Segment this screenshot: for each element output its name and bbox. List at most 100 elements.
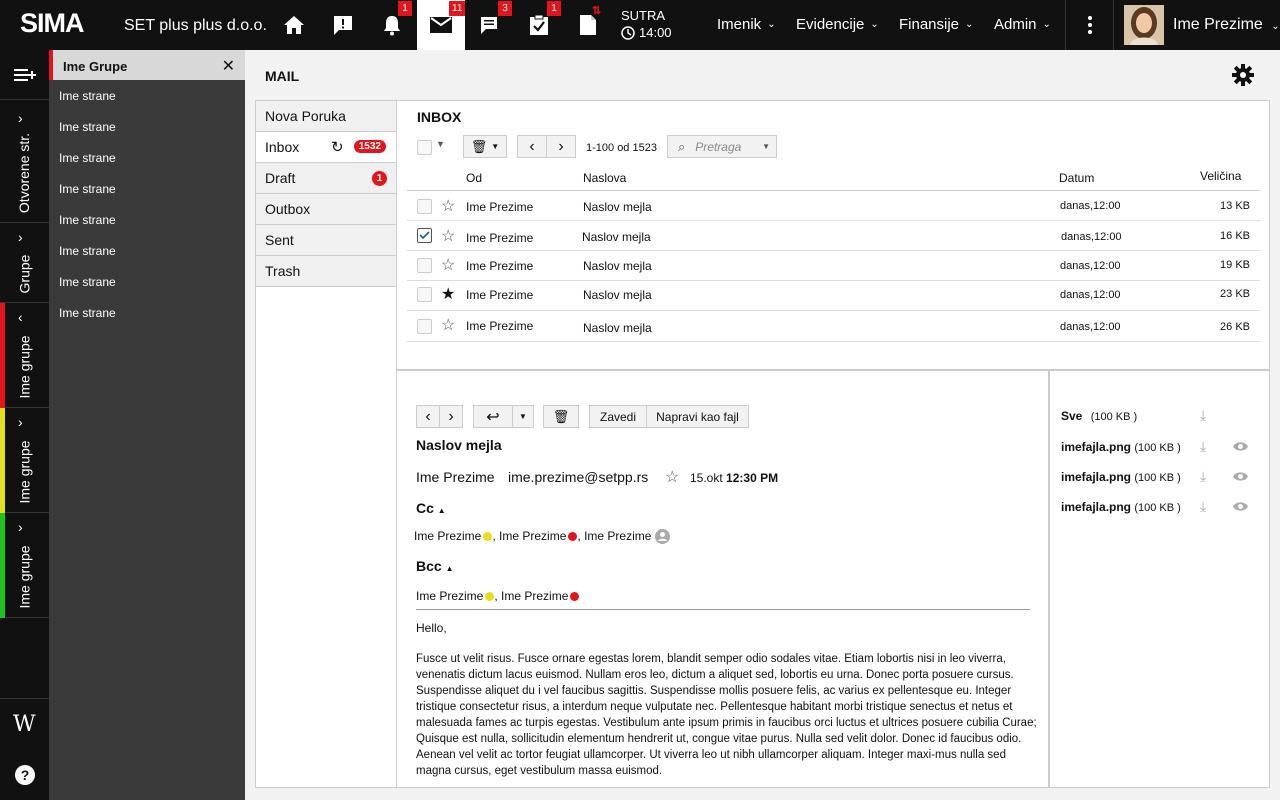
help-icon[interactable]: ? [14,764,36,791]
col-size[interactable]: Veličina [1200,169,1241,183]
page-item[interactable]: Ime strane [49,266,245,297]
select-all-checkbox[interactable] [417,140,432,155]
wiki-icon[interactable]: W [13,712,36,737]
menu-evidencije[interactable]: Evidencije ⌄ [796,16,879,33]
delete-button[interactable]: 🗑 [543,405,579,428]
row-size: 16 KB [1220,230,1250,242]
star-icon[interactable]: ☆ [441,226,455,246]
recipient[interactable]: Ime Prezime [416,589,483,603]
home-icon[interactable] [270,0,318,50]
col-from[interactable]: Od [466,171,482,185]
recipient[interactable]: Ime Prezime [501,589,568,603]
download-icon[interactable]: ⤓ [1200,407,1206,424]
reply-button[interactable]: ↩ [473,405,513,428]
eye-icon[interactable] [1232,471,1249,482]
top-navbar: SIMA SET plus plus d.o.o. 1 11 3 1 ⇅ SUT… [0,0,1280,50]
page-item[interactable]: Ime strane [49,142,245,173]
eye-icon[interactable] [1232,441,1249,452]
reminder[interactable]: SUTRA 14:00 [621,7,672,41]
user-menu[interactable]: Ime Prezime ⌄ [1173,16,1280,34]
star-icon[interactable]: ☆ [441,196,455,216]
attachment-row[interactable]: Sve (100 KB ) [1061,409,1137,423]
app-logo[interactable]: SIMA [20,8,84,39]
rail-section-open-pages[interactable]: › Otvorene str. [0,100,49,223]
sender-name[interactable]: Ime Prezime [416,469,495,485]
next-message-button[interactable]: › [439,405,463,428]
table-row[interactable]: ☆ Ime Prezime Naslov mejla danas,12:00 1… [407,251,1260,281]
folder-draft[interactable]: Draft 1 [256,163,396,194]
star-icon[interactable]: ☆ [441,315,455,335]
star-icon[interactable]: ☆ [441,255,455,275]
more-vertical-icon[interactable] [1066,0,1113,50]
eye-icon[interactable] [1232,501,1249,512]
new-message-button[interactable]: Nova Poruka [256,101,396,132]
recipient[interactable]: Ime Prezime [414,529,481,543]
row-checkbox[interactable] [417,319,432,334]
page-item[interactable]: Ime strane [49,80,245,111]
rail-section-group-green[interactable]: › Ime grupe [0,513,49,618]
download-icon[interactable]: ⤓ [1200,438,1206,455]
add-menu-icon[interactable] [0,50,49,100]
close-icon[interactable]: ✕ [222,56,235,76]
download-icon[interactable]: ⤓ [1200,498,1206,515]
col-date[interactable]: Datum [1059,171,1094,185]
tasks-icon[interactable]: 1 [515,0,563,50]
cc-toggle[interactable]: Cc ▲ [416,500,446,516]
prev-message-button[interactable]: ‹ [416,405,440,428]
alert-icon[interactable] [319,0,367,50]
pages-header[interactable]: Ime Grupe ✕ [49,50,245,80]
avatar[interactable] [1124,5,1164,45]
attachment-row[interactable]: imefajla.png (100 KB ) [1061,440,1181,454]
chat-icon[interactable]: 3 [466,0,514,50]
folder-sent[interactable]: Sent [256,225,396,256]
folder-trash[interactable]: Trash [256,256,396,287]
download-icon[interactable]: ⤓ [1200,468,1206,485]
attachment-row[interactable]: imefajla.png (100 KB ) [1061,500,1181,514]
chevron-right-icon: › [18,519,23,535]
search-input[interactable]: ⌕ Pretraga ▼ [667,135,777,158]
refresh-icon[interactable]: ↻ [331,138,344,156]
select-dropdown-caret-icon[interactable]: ▼ [436,139,445,149]
menu-admin[interactable]: Admin ⌄ [994,16,1051,33]
recipient[interactable]: Ime Prezime [584,529,651,543]
page-item[interactable]: Ime strane [49,111,245,142]
row-checkbox[interactable] [417,258,432,273]
prev-page-button[interactable]: ‹ [517,135,547,158]
col-subject[interactable]: Naslova [583,171,626,185]
rail-section-group-yellow[interactable]: › Ime grupe [0,408,49,513]
save-as-file-button[interactable]: Napravi kao fajl [646,405,749,428]
table-row[interactable]: ☆ Ime Prezime Naslov mejla danas,12:00 1… [407,221,1260,251]
row-checkbox[interactable] [417,199,432,214]
folder-inbox[interactable]: Inbox ↻ 1532 [256,132,396,163]
next-page-button[interactable]: › [546,135,576,158]
folder-outbox[interactable]: Outbox [256,194,396,225]
inbox-panel: INBOX ▼ 🗑 ▼ ‹ › 1-100 od 1523 ⌕ Pretraga … [397,100,1270,370]
table-row[interactable]: ★ Ime Prezime Naslov mejla danas,12:00 2… [407,281,1260,311]
sender-email[interactable]: ime.prezime@setpp.rs [508,469,648,485]
table-row[interactable]: ☆ Ime Prezime Naslov mejla danas,12:00 2… [407,311,1260,342]
bcc-toggle[interactable]: Bcc ▲ [416,558,454,574]
recipient[interactable]: Ime Prezime [499,529,566,543]
document-icon[interactable]: ⇅ [564,0,612,50]
attachment-row[interactable]: imefajla.png (100 KB ) [1061,470,1181,484]
page-item[interactable]: Ime strane [49,173,245,204]
bell-icon[interactable]: 1 [368,0,416,50]
delete-dropdown-button[interactable]: 🗑 ▼ [463,135,507,158]
row-checkbox-checked[interactable] [417,228,432,243]
star-filled-icon[interactable]: ★ [441,284,455,304]
table-row[interactable]: ☆ Ime Prezime Naslov mejla danas,12:00 1… [407,191,1260,221]
page-item[interactable]: Ime strane [49,204,245,235]
page-item[interactable]: Ime strane [49,235,245,266]
menu-finansije[interactable]: Finansije ⌄ [899,16,973,33]
menu-imenik[interactable]: Imenik ⌄ [717,16,776,33]
folder-label: Nova Poruka [265,108,346,124]
file-button[interactable]: Zavedi [589,405,647,428]
rail-section-group-red[interactable]: ‹ Ime grupe [0,303,49,408]
page-item[interactable]: Ime strane [49,297,245,328]
gear-icon[interactable] [1232,64,1254,91]
star-icon[interactable]: ☆ [665,467,679,487]
row-checkbox[interactable] [417,287,432,302]
reply-options-button[interactable]: ▼ [512,405,534,428]
rail-section-groups[interactable]: › Grupe [0,223,49,303]
mail-icon[interactable]: 11 [417,0,466,50]
